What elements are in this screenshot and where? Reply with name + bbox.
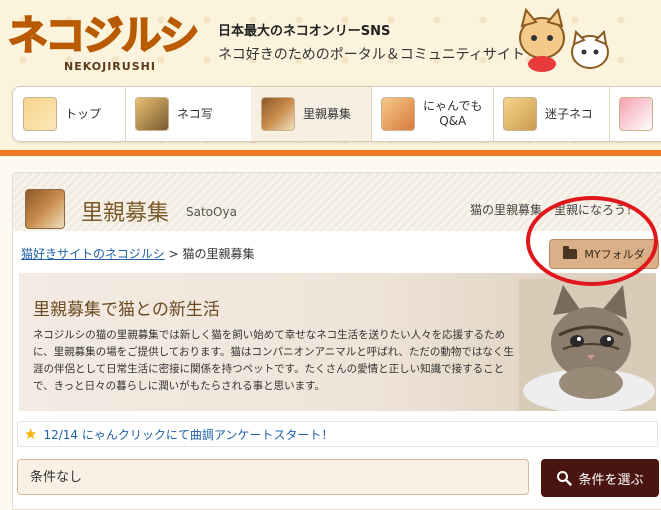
main-navigation: トップ ネコ写 里親募集 にゃんでも Q&A 迷子ネコ [12, 86, 661, 142]
nav-item-foster[interactable]: 里親募集 [251, 87, 372, 141]
cat-mascot-icon [519, 8, 609, 72]
section-header: 里親募集 SatoOya 猫の里親募集・里親になろう！ [13, 173, 661, 231]
nav-item-label: トップ [65, 106, 102, 121]
camera-cat-icon [135, 97, 169, 131]
main-content: 里親募集 SatoOya 猫の里親募集・里親になろう！ 猫好きサイトのネコジルシ… [12, 172, 661, 510]
nav-item-qa[interactable]: にゃんでも Q&A [371, 87, 494, 141]
header-divider [0, 150, 661, 156]
question-cat-icon [381, 97, 415, 131]
site-header: ネコジルシ NEKOJIRUSHI 日本最大のネコオンリーSNS ネコ好きのため… [0, 0, 661, 150]
search-condition-field[interactable]: 条件なし [17, 459, 529, 495]
breadcrumb-current: 猫の里親募集 [182, 247, 255, 261]
announcement-bar: ★ 12/14 にゃんクリックにて曲調アンケートスタート！ [17, 421, 658, 447]
folder-icon [563, 246, 578, 259]
breadcrumb-home-link[interactable]: 猫好きサイトのネコジルシ [21, 247, 165, 261]
site-tagline-title: 日本最大のネコオンリーSNS [218, 24, 391, 39]
select-conditions-label: 条件を選ぶ [578, 472, 644, 488]
hero-title: 里親募集で猫との新生活 [33, 300, 220, 320]
nav-item-lost-cat[interactable]: 迷子ネコ [493, 87, 610, 141]
section-subtitle: 猫の里親募集・里親になろう！ [469, 203, 638, 217]
logo-subtitle: NEKOJIRUSHI [64, 60, 156, 73]
foster-cats-icon [261, 97, 295, 131]
announcement-link[interactable]: 12/14 にゃんクリックにて曲調アンケートスタート！ [43, 426, 333, 443]
nav-item-label: 迷子ネコ [545, 106, 593, 121]
lost-cat-icon [503, 97, 537, 131]
nav-item-label: ネコ写 [177, 106, 213, 121]
my-folder-button[interactable]: MYフォルダ [549, 239, 659, 269]
breadcrumb: 猫好きサイトのネコジルシ > 猫の里親募集 [21, 245, 255, 262]
cat-pink-icon [619, 97, 653, 131]
star-icon: ★ [24, 425, 38, 443]
site-logo[interactable]: ネコジルシ NEKOJIRUSHI [7, 10, 208, 76]
nav-item-more[interactable] [609, 87, 661, 141]
kitten-photo [519, 279, 656, 411]
page-title: 里親募集 [81, 201, 170, 226]
logo-wordmark: ネコジルシ [7, 12, 200, 60]
hero-description: ネコジルシの猫の里親募集では新しく猫を飼い始めて幸せなネコ生活を送りたい人々を応… [33, 329, 514, 392]
nav-item-top[interactable]: トップ [13, 87, 126, 141]
hero-banner: 里親募集で猫との新生活 ネコジルシの猫の里親募集では新しく猫を飼い始めて幸せなネ… [19, 273, 656, 411]
nav-item-label: 里親募集 [303, 106, 352, 121]
foster-cats-icon [25, 189, 65, 229]
select-conditions-button[interactable]: 条件を選ぶ [541, 459, 659, 497]
site-tagline-subtitle: ネコ好きのためのポータル＆コミュニティサイト [218, 47, 525, 63]
page-title-romaji: SatoOya [186, 205, 237, 219]
cat-face-icon [23, 97, 57, 131]
my-folder-label: MYフォルダ [584, 248, 645, 261]
nav-item-neko-photo[interactable]: ネコ写 [125, 87, 252, 141]
breadcrumb-separator: > [168, 247, 179, 261]
nav-item-label: にゃんでも Q&A [423, 99, 483, 128]
search-icon [557, 471, 573, 486]
